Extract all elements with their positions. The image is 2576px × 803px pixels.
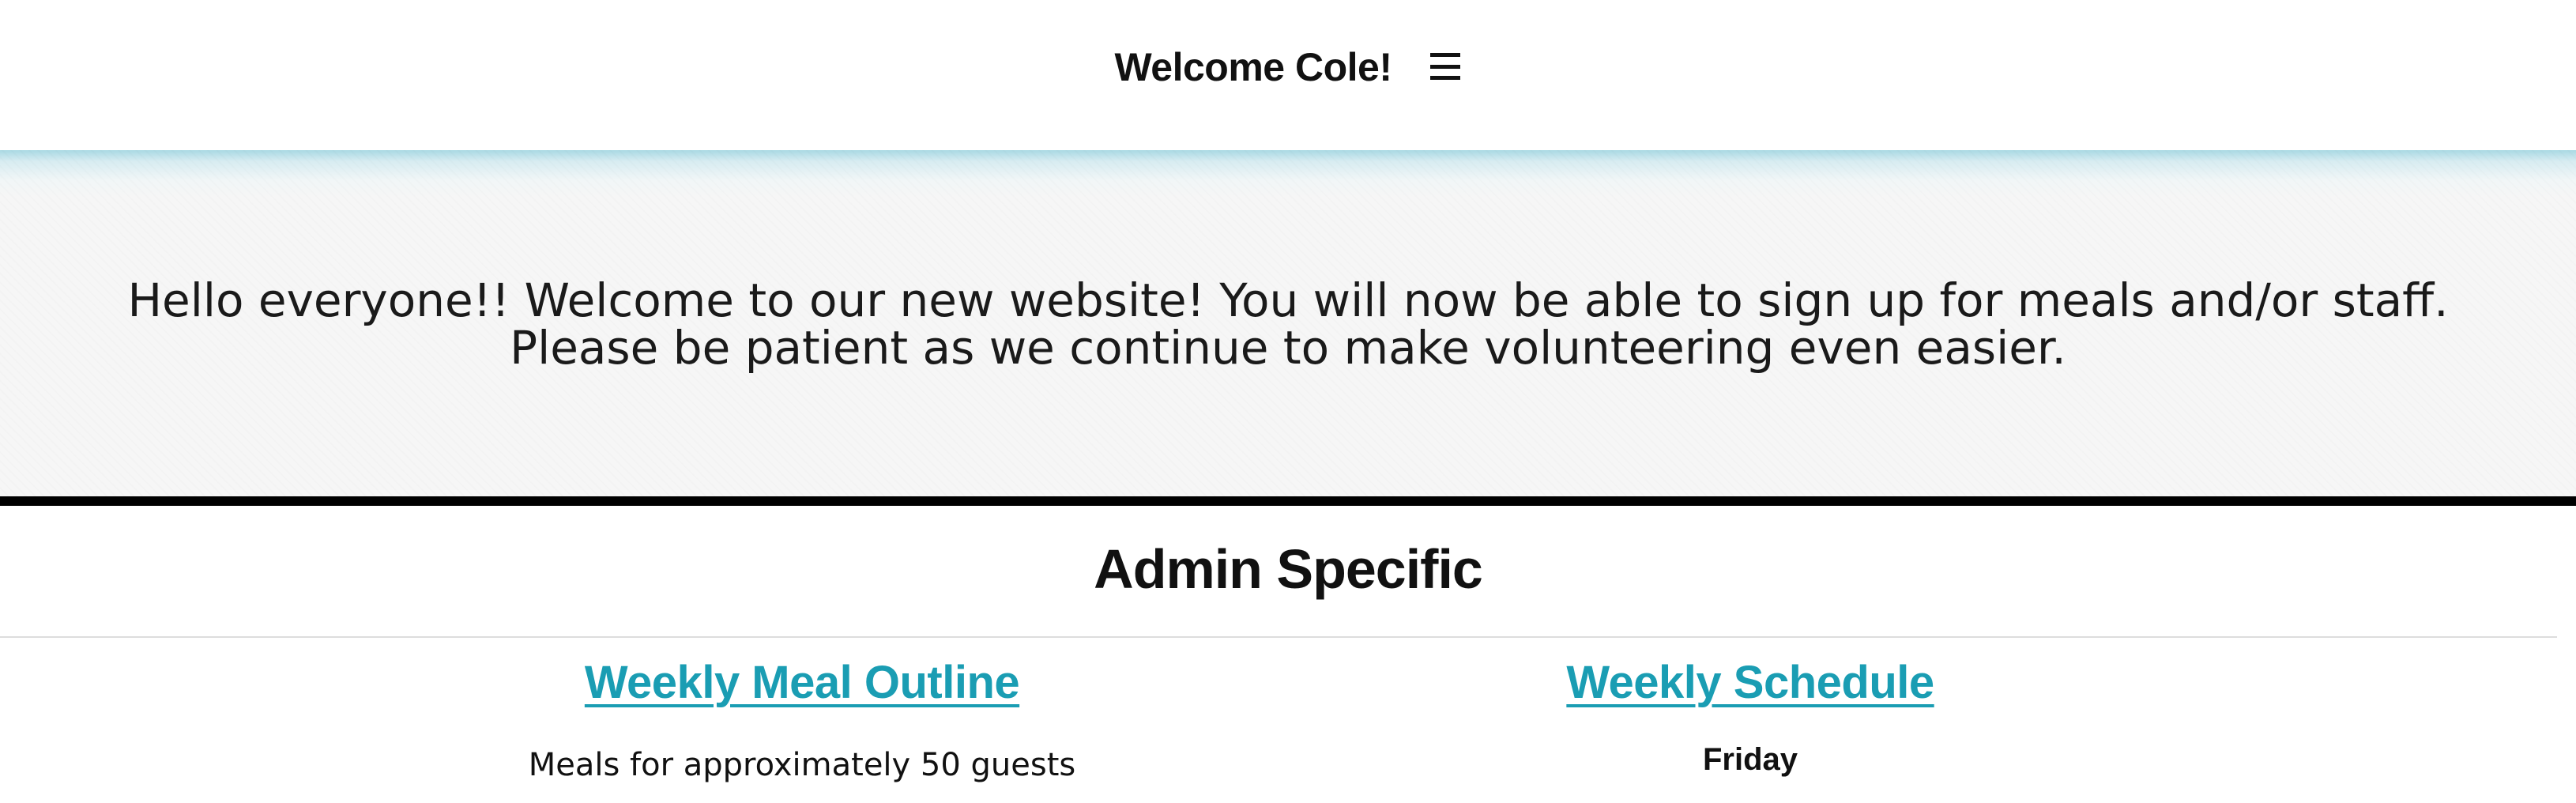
announcement-banner: Hello everyone!! Welcome to our new webs… (0, 150, 2576, 498)
weekly-schedule-link[interactable]: Weekly Schedule (1566, 657, 1934, 708)
schedule-day-label: Friday (1702, 742, 1798, 777)
section-divider (0, 496, 2576, 506)
weekly-meal-outline-link[interactable]: Weekly Meal Outline (585, 657, 1020, 708)
hamburger-menu-icon[interactable] (1429, 53, 1462, 80)
announcement-text: Hello everyone!! Welcome to our new webs… (127, 273, 2449, 375)
menu-line (1429, 53, 1460, 57)
admin-divider (0, 636, 2557, 638)
menu-line (1429, 64, 1460, 69)
menu-line (1429, 76, 1460, 80)
welcome-title: Welcome Cole! (1114, 45, 1393, 89)
top-header: Welcome Cole! (0, 0, 2576, 150)
admin-section-title: Admin Specific (1094, 538, 1483, 600)
weekly-schedule-column: Weekly Schedule Friday (960, 656, 2540, 778)
